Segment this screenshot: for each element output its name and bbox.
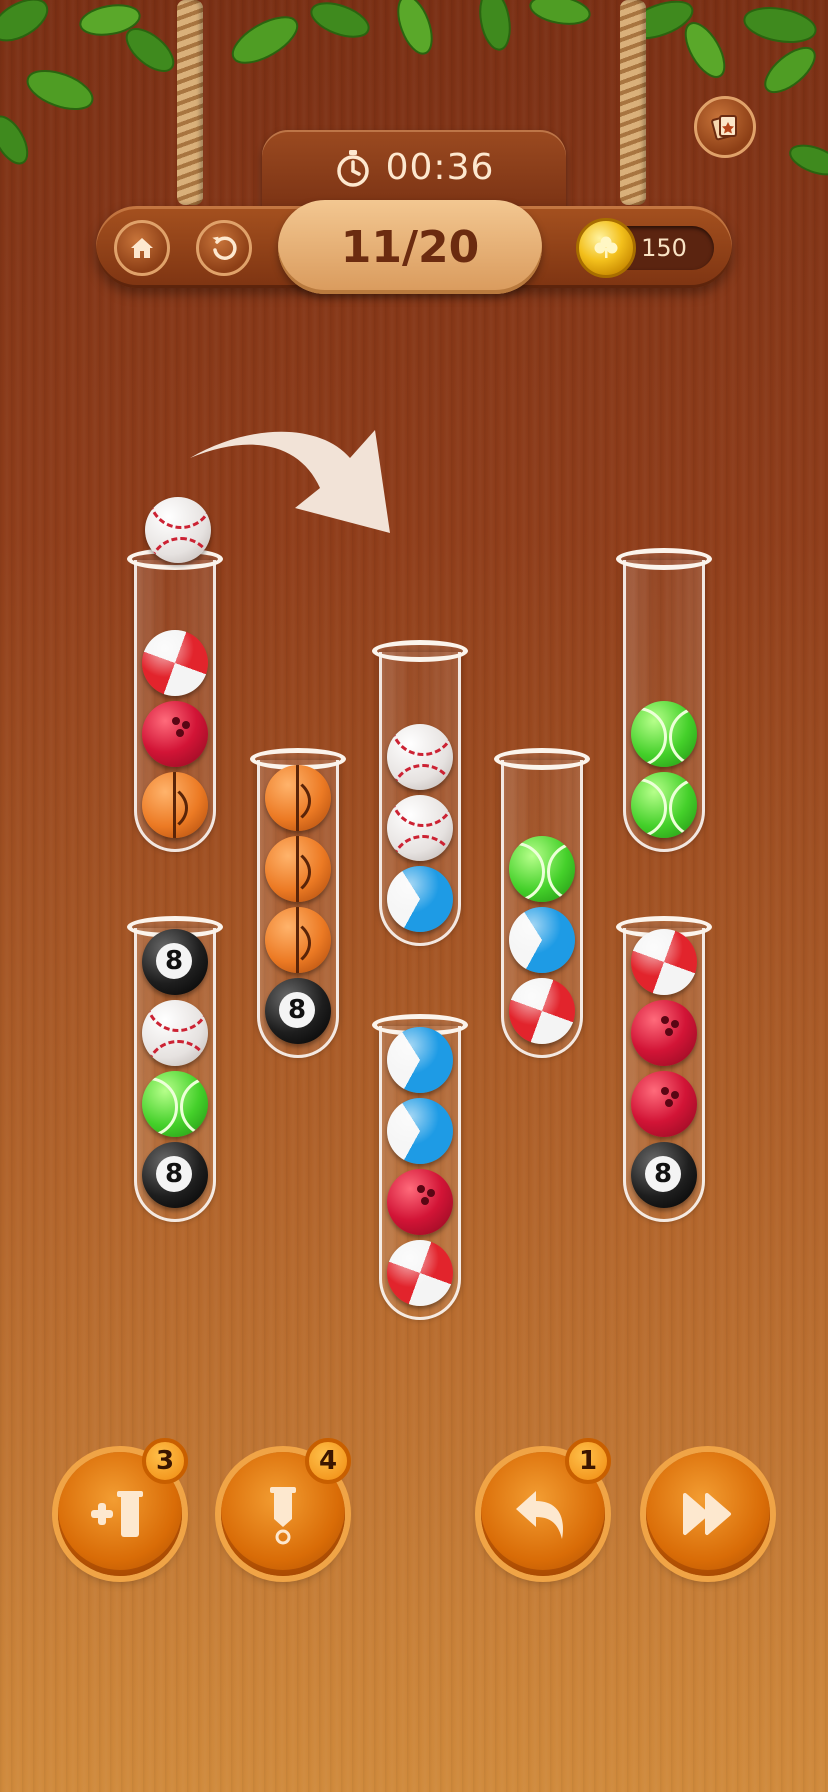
level-indicator: 11/20 [278,200,542,294]
tube-8[interactable]: 8 [616,916,712,1222]
right-rope [620,0,646,205]
basket-ball [265,765,331,831]
volley-ball [509,907,575,973]
card-deck-icon [711,115,737,141]
clear-tube-button[interactable]: 4 [221,1438,351,1576]
tube-rim [372,640,468,662]
undo-button[interactable]: 1 [481,1438,611,1576]
eight-ball: 8 [142,1142,208,1208]
tube-rim [494,748,590,770]
tube-1[interactable] [127,548,223,852]
baseball-ball [387,724,453,790]
home-button[interactable] [114,220,170,276]
volley-ball [387,866,453,932]
add-tube-badge: 3 [142,1438,188,1484]
tube-5[interactable] [616,548,712,852]
eight-ball-number: 8 [164,946,184,976]
clover-coin-icon [594,236,618,258]
baseball-ball [142,1000,208,1066]
tube-2[interactable]: 8 [250,748,346,1058]
fast-forward-icon [683,1493,731,1535]
tube-6[interactable]: 88 [127,916,223,1222]
tennis-ball [631,701,697,767]
left-rope [177,0,203,205]
coin-counter: 150 [576,218,716,278]
clear-tube-badge: 4 [305,1438,351,1484]
volley-ball [387,1098,453,1164]
undo-icon [516,1491,563,1539]
basket-ball [142,772,208,838]
tennis-ball [142,1071,208,1137]
beach-ball [387,1240,453,1306]
curved-arrow-icon [190,430,390,533]
timer-text: 00:36 [385,147,495,188]
bowling-ball [387,1169,453,1235]
eight-ball-number: 8 [287,995,307,1025]
tennis-ball [631,772,697,838]
basket-ball [265,907,331,973]
beach-ball [509,978,575,1044]
add-tube-button[interactable]: 3 [58,1438,188,1576]
tube-7[interactable] [372,1014,468,1320]
eight-ball: 8 [265,978,331,1044]
beach-ball [142,630,208,696]
coin [576,218,636,278]
beach-ball [631,929,697,995]
restart-button[interactable] [196,220,252,276]
clear-tube-icon [270,1487,296,1545]
undo-badge: 1 [565,1438,611,1484]
eight-ball-number: 8 [164,1159,184,1189]
volley-ball [387,1027,453,1093]
home-icon [131,238,153,258]
coin-value: 150 [641,234,687,262]
eight-ball: 8 [631,1142,697,1208]
skip-button[interactable] [646,1452,770,1576]
stopwatch-icon [336,150,369,187]
tube-3[interactable] [372,640,468,946]
bowling-ball [631,1000,697,1066]
hud-bar: 11/20 150 [96,200,732,294]
corner-menu-button[interactable] [694,96,756,158]
level-text: 11/20 [340,221,480,273]
tube-rim [616,548,712,570]
bowling-ball [631,1071,697,1137]
restart-icon [212,236,237,260]
eight-ball: 8 [142,929,208,995]
bowling-ball [142,701,208,767]
eight-ball-number: 8 [653,1159,673,1189]
tube-4[interactable] [494,748,590,1058]
baseball-ball [387,795,453,861]
lifted-ball [145,497,211,563]
tennis-ball [509,836,575,902]
add-tube-icon [91,1491,143,1537]
basket-ball [265,836,331,902]
